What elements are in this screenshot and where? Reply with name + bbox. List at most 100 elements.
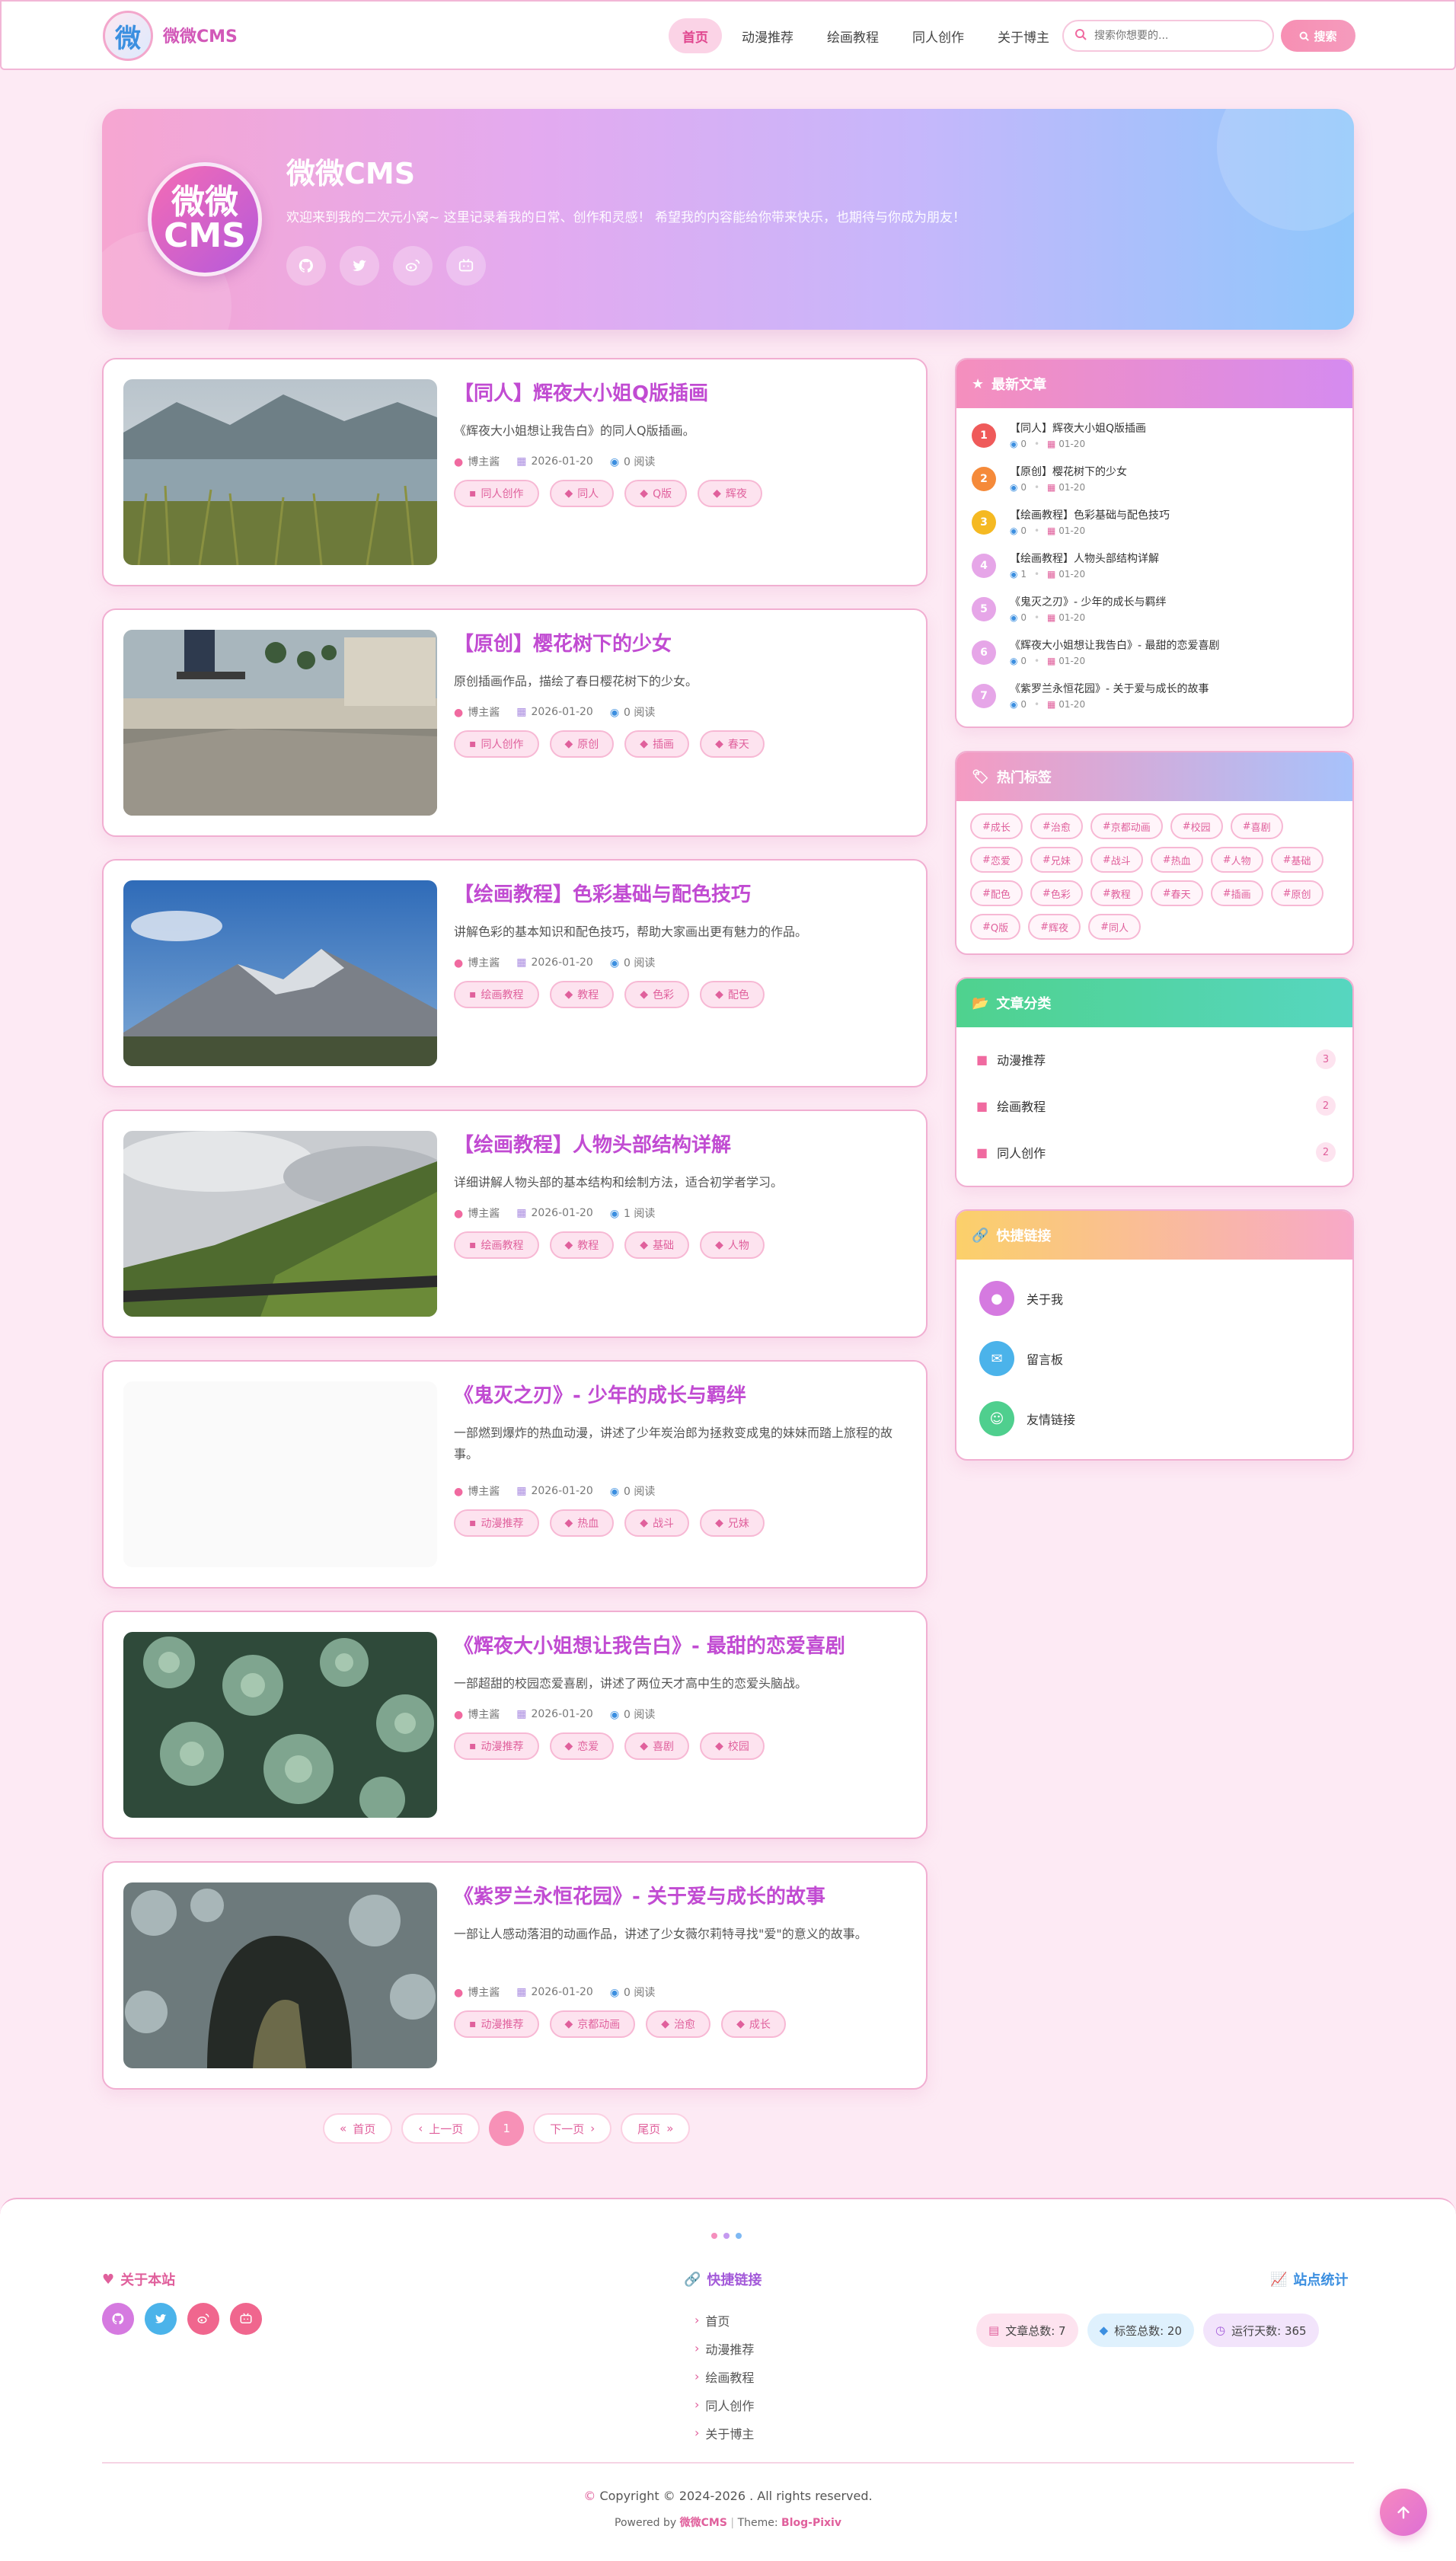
nav-fanart[interactable]: 同人创作 [899,18,978,53]
post-tag[interactable]: ◆ 辉夜 [698,480,762,507]
hot-tag[interactable]: # 成长 [970,813,1023,839]
post-tag[interactable]: ◆ 基础 [624,1231,690,1259]
pager-last[interactable]: 尾页 » [621,2113,691,2144]
post-tag[interactable]: ◆ 兄妹 [700,1509,765,1537]
latest-title[interactable]: 【同人】辉夜大小姐Q版插画 [1010,420,1146,436]
powered-by-link[interactable]: 微微CMS [680,2517,727,2529]
post-card[interactable]: 《辉夜大小姐想让我告白》- 最甜的恋爱喜剧 一部超甜的校园恋爱喜剧，讲述了两位天… [102,1611,928,1839]
pager-current[interactable]: 1 [489,2111,525,2146]
post-tag[interactable]: ◆ 热血 [549,1509,615,1537]
post-title[interactable]: 【绘画教程】人物头部结构详解 [454,1129,731,1158]
nav-tutorial[interactable]: 绘画教程 [813,18,892,53]
hot-tag[interactable]: # 治愈 [1030,813,1083,839]
latest-title[interactable]: 《紫罗兰永恒花园》- 关于爱与成长的故事 [1010,681,1209,696]
post-thumbnail[interactable] [123,630,437,816]
post-category-tag[interactable]: ▪ 同人创作 [454,480,539,507]
github-icon[interactable] [286,246,326,286]
post-card[interactable]: 《鬼灭之刃》- 少年的成长与羁绊 一部燃到爆炸的热血动漫，讲述了少年炭治郎为拯救… [102,1360,928,1589]
nav-home[interactable]: 首页 [669,18,722,53]
post-tag[interactable]: ◆ 人物 [700,1231,765,1259]
github-icon[interactable] [102,2303,134,2335]
quick-link-item[interactable]: ✉ 留言板 [979,1341,1063,1376]
hot-tag[interactable]: # 教程 [1090,880,1143,906]
footer-link[interactable]: › 动漫推荐 [694,2334,754,2362]
post-tag[interactable]: ◆ 恋爱 [549,1732,615,1760]
post-card[interactable]: 《紫罗兰永恒花园》- 关于爱与成长的故事 一部让人感动落泪的动画作品，讲述了少女… [102,1861,928,2090]
post-category-tag[interactable]: ▪ 动漫推荐 [454,2010,539,2038]
post-card[interactable]: 【绘画教程】色彩基础与配色技巧 讲解色彩的基本知识和配色技巧，帮助大家画出更有魅… [102,859,928,1087]
post-card[interactable]: 【原创】樱花树下的少女 原创插画作品，描绘了春日樱花树下的少女。 ● 博主酱 ▦ 2… [102,608,928,837]
hot-tag[interactable]: # 基础 [1270,847,1323,873]
post-title[interactable]: 《紫罗兰永恒花园》- 关于爱与成长的故事 [454,1881,825,1909]
hot-tag[interactable]: # 人物 [1210,847,1263,873]
hot-tag[interactable]: # Q版 [970,914,1021,940]
site-name[interactable]: 微微CMS [163,23,238,47]
post-card[interactable]: 【同人】辉夜大小姐Q版插画 《辉夜大小姐想让我告白》的同人Q版插画。 ● 博主酱 … [102,358,928,586]
post-tag[interactable]: ◆ 春天 [700,730,765,758]
post-thumbnail[interactable] [123,880,437,1066]
category-item[interactable]: ■ 动漫推荐 3 [976,1044,1336,1075]
post-title[interactable]: 《辉夜大小姐想让我告白》- 最甜的恋爱喜剧 [454,1630,845,1659]
post-category-tag[interactable]: ▪ 绘画教程 [454,1231,539,1259]
post-tag[interactable]: ◆ 京都动画 [549,2010,636,2038]
hot-tag[interactable]: # 原创 [1270,880,1323,906]
post-category-tag[interactable]: ▪ 同人创作 [454,730,539,758]
post-title[interactable]: 【原创】樱花树下的少女 [454,628,672,656]
post-thumbnail[interactable] [123,379,437,565]
post-tag[interactable]: ◆ 教程 [549,981,615,1008]
search-input[interactable] [1094,30,1262,42]
category-item[interactable]: ■ 同人创作 2 [976,1137,1336,1167]
post-thumbnail[interactable] [123,1381,437,1567]
post-tag[interactable]: ◆ 战斗 [624,1509,690,1537]
hot-tag[interactable]: # 战斗 [1090,847,1143,873]
category-item[interactable]: ■ 绘画教程 2 [976,1091,1336,1121]
twitter-icon[interactable] [145,2303,177,2335]
post-tag[interactable]: ◆ 原创 [549,730,615,758]
quick-link-item[interactable]: ● 关于我 [979,1281,1063,1316]
latest-title[interactable]: 【原创】樱花树下的少女 [1010,464,1127,479]
theme-link[interactable]: Blog-Pixiv [781,2517,841,2529]
footer-link[interactable]: › 首页 [694,2306,754,2334]
post-title[interactable]: 【绘画教程】色彩基础与配色技巧 [454,879,751,907]
footer-link[interactable]: › 绘画教程 [694,2362,754,2390]
hot-tag[interactable]: # 京都动画 [1090,813,1163,839]
hot-tag[interactable]: # 兄妹 [1030,847,1083,873]
post-tag[interactable]: ◆ 成长 [721,2010,786,2038]
post-thumbnail[interactable] [123,1632,437,1818]
nav-about[interactable]: 关于博主 [984,18,1063,53]
footer-link[interactable]: › 同人创作 [694,2390,754,2419]
latest-title[interactable]: 【绘画教程】人物头部结构详解 [1010,551,1159,566]
footer-link[interactable]: › 关于博主 [694,2419,754,2447]
nav-anime[interactable]: 动漫推荐 [728,18,807,53]
post-tag[interactable]: ◆ 同人 [549,480,615,507]
bilibili-icon[interactable] [230,2303,262,2335]
pager-next[interactable]: 下一页 › [533,2113,612,2144]
post-tag[interactable]: ◆ Q版 [624,480,688,507]
post-tag[interactable]: ◆ 教程 [549,1231,615,1259]
hot-tag[interactable]: # 热血 [1150,847,1203,873]
post-category-tag[interactable]: ▪ 动漫推荐 [454,1509,539,1537]
post-thumbnail[interactable] [123,1882,437,2068]
post-category-tag[interactable]: ▪ 绘画教程 [454,981,539,1008]
weibo-icon[interactable] [393,246,433,286]
hot-tag[interactable]: # 同人 [1088,914,1141,940]
post-thumbnail[interactable] [123,1131,437,1317]
hot-tag[interactable]: # 喜剧 [1230,813,1283,839]
hot-tag[interactable]: # 春天 [1150,880,1203,906]
hot-tag[interactable]: # 辉夜 [1028,914,1081,940]
post-tag[interactable]: ◆ 配色 [700,981,765,1008]
search-button[interactable]: 搜索 [1281,20,1355,52]
hot-tag[interactable]: # 色彩 [1030,880,1083,906]
back-to-top-button[interactable] [1380,2489,1427,2536]
post-tag[interactable]: ◆ 校园 [700,1732,765,1760]
post-tag[interactable]: ◆ 插画 [624,730,690,758]
post-tag[interactable]: ◆ 色彩 [624,981,690,1008]
hot-tag[interactable]: # 恋爱 [970,847,1023,873]
hot-tag[interactable]: # 配色 [970,880,1023,906]
twitter-icon[interactable] [340,246,379,286]
post-title[interactable]: 【同人】辉夜大小姐Q版插画 [454,378,708,406]
hot-tag[interactable]: # 校园 [1170,813,1223,839]
hot-tag[interactable]: # 插画 [1210,880,1263,906]
latest-title[interactable]: 《鬼灭之刃》- 少年的成长与羁绊 [1010,594,1167,609]
quick-link-item[interactable]: ☺ 友情链接 [979,1401,1075,1436]
